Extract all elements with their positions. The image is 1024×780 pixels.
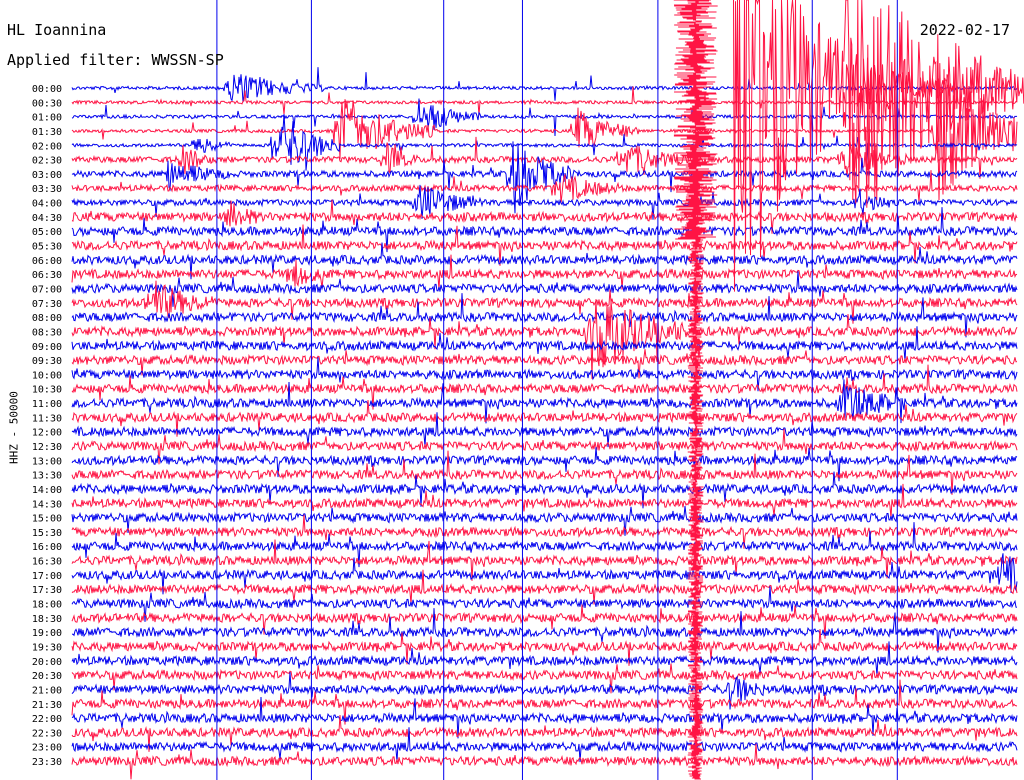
time-label: 02:00 [32,141,62,152]
time-label: 19:30 [32,642,62,653]
time-label: 09:00 [32,342,62,353]
time-label: 14:00 [32,485,62,496]
time-label: 07:00 [32,284,62,295]
time-label: 23:00 [32,743,62,754]
time-label: 17:00 [32,571,62,582]
time-label: 07:30 [32,299,62,310]
station-title: HL Ioannina [7,21,107,39]
time-label: 10:00 [32,370,62,381]
time-label: 08:00 [32,313,62,324]
time-label: 04:30 [32,213,62,224]
time-label: 13:00 [32,456,62,467]
time-label: 16:00 [32,542,62,553]
time-label: 03:00 [32,170,62,181]
helicorder-plot: 00:00 00:30 01:00 01:30 02:00 02:30 03:00 03:30… [32,0,1024,780]
time-label: 10:30 [32,385,62,396]
time-label: 18:30 [32,614,62,625]
trace-line [71,604,1018,639]
time-label: 03:30 [32,184,62,195]
filter-label: Applied filter: WWSSN-SP [7,51,224,69]
time-label: 06:00 [32,256,62,267]
time-label: 12:00 [32,428,62,439]
time-label: 05:00 [32,227,62,238]
time-label: 15:30 [32,528,62,539]
date-label: 2022-02-17 [919,21,1010,39]
time-label: 00:30 [32,98,62,109]
time-label: 13:30 [32,471,62,482]
trace-line [71,299,1018,379]
time-label: 06:30 [32,270,62,281]
time-label: 17:30 [32,585,62,596]
time-label: 20:00 [32,657,62,668]
trace-line [71,86,1017,116]
time-label: 19:00 [32,628,62,639]
time-label: 22:00 [32,714,62,725]
time-label: 08:30 [32,327,62,338]
time-label: 02:30 [32,156,62,167]
time-label: 20:30 [32,671,62,682]
time-label: 11:00 [32,399,62,410]
time-label: 22:30 [32,728,62,739]
time-label: 14:30 [32,499,62,510]
trace-line [71,586,1018,622]
time-label: 15:00 [32,514,62,525]
time-label: 12:30 [32,442,62,453]
time-label: 01:30 [32,127,62,138]
time-label: 01:00 [32,113,62,124]
time-label: 21:30 [32,700,62,711]
time-label: 21:00 [32,685,62,696]
time-label: 16:30 [32,557,62,568]
time-label: 04:00 [32,199,62,210]
time-label: 11:30 [32,413,62,424]
time-label: 23:30 [32,757,62,768]
channel-label: HHZ - 50000 [7,391,21,464]
time-label: 00:00 [32,84,62,95]
time-label: 05:30 [32,242,62,253]
time-label: 18:00 [32,600,62,611]
time-label: 09:30 [32,356,62,367]
